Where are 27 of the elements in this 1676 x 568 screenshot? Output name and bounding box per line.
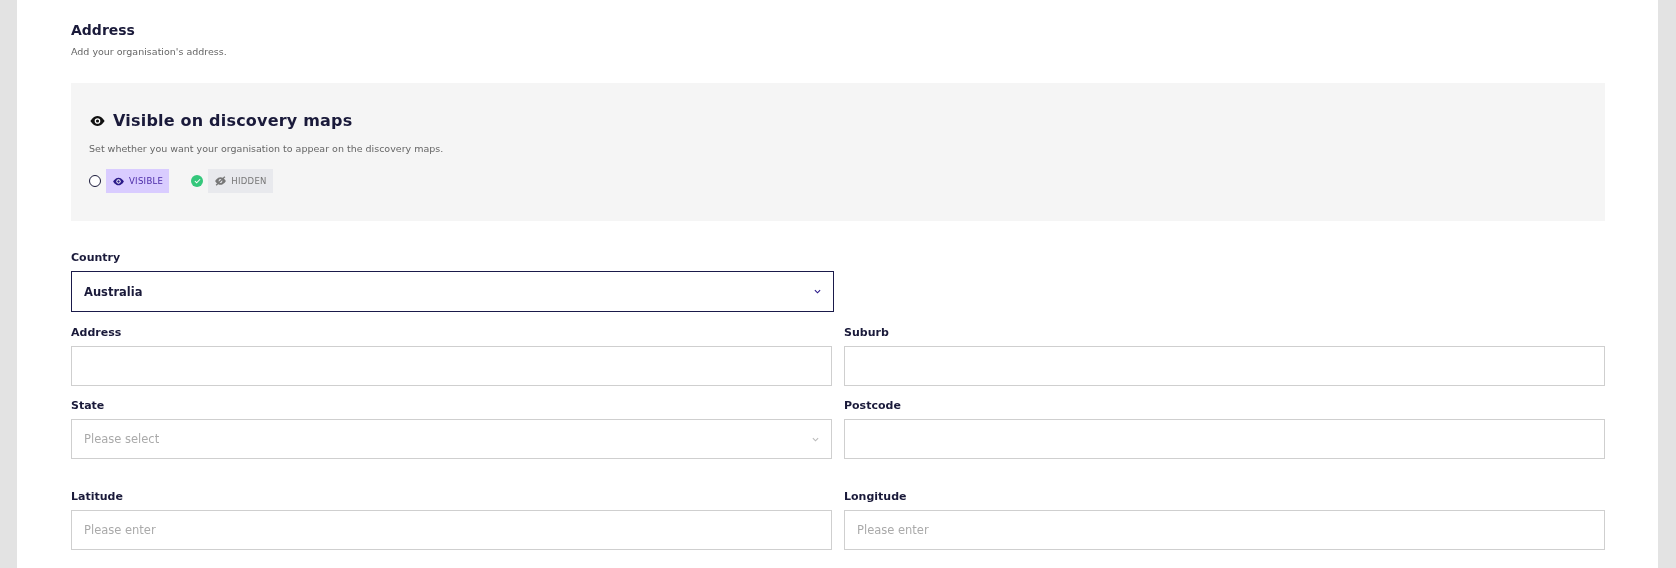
panel-title: Visible on discovery maps <box>113 111 353 130</box>
field-label: State <box>71 399 106 412</box>
input-field[interactable] <box>844 346 1605 386</box>
field-label: Country <box>71 251 122 264</box>
radio-button[interactable] <box>89 175 101 187</box>
option-tag[interactable]: VISIBLE <box>106 169 170 193</box>
eye-slash-icon <box>214 176 228 186</box>
input-field[interactable]: Please enter <box>844 510 1605 550</box>
chevron-down-icon <box>814 289 821 294</box>
option-tag[interactable]: HIDDEN <box>208 169 273 193</box>
section-subtitle: Add your organisation's address. <box>71 46 228 57</box>
input-field[interactable] <box>71 346 832 386</box>
eye-icon <box>89 114 106 127</box>
field-label: Postcode <box>844 399 902 412</box>
field-label: Latitude <box>71 490 124 503</box>
radio-button[interactable] <box>191 175 204 187</box>
input-field[interactable]: Please enter <box>71 510 832 550</box>
input-field[interactable] <box>844 419 1605 459</box>
chevron-down-icon <box>812 436 819 442</box>
check-icon <box>193 178 201 184</box>
panel-description: Set whether you want your organisation to appear on the discovery maps. <box>89 143 445 154</box>
field-label: Address <box>71 326 123 339</box>
eye-icon <box>112 176 125 186</box>
field-label: Longitude <box>844 490 908 503</box>
section-title: Address <box>71 21 136 38</box>
country-select[interactable]: Australia <box>71 271 834 312</box>
field-label: Suburb <box>844 326 890 339</box>
